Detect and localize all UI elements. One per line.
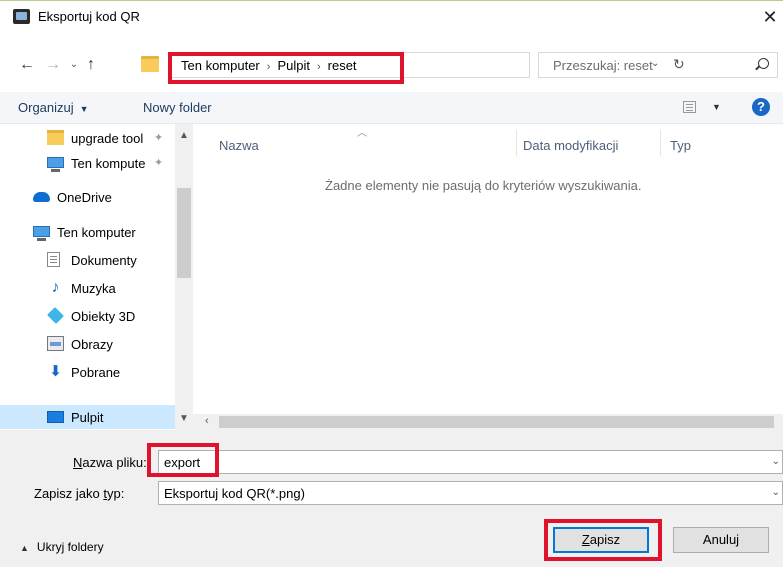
- nav-item-ten-komputer[interactable]: Ten komputer: [0, 220, 175, 244]
- search-input[interactable]: Przeszukaj: reset: [553, 58, 653, 73]
- app-icon: [13, 9, 30, 24]
- column-header-name[interactable]: Nazwa: [219, 138, 259, 153]
- cancel-button[interactable]: Anuluj: [673, 527, 769, 553]
- nav-item-upgrade-tool[interactable]: upgrade tool ✦: [0, 126, 175, 150]
- title-bar: Eksportuj kod QR ✕: [0, 0, 783, 32]
- sort-chevron-icon: ︿: [357, 128, 367, 139]
- organize-button[interactable]: Organizuj ▼: [18, 100, 89, 115]
- search-icon[interactable]: [758, 58, 769, 69]
- chevron-right-icon[interactable]: ›: [260, 61, 278, 73]
- command-toolbar: Organizuj ▼ Nowy folder ▼ ?: [0, 92, 783, 124]
- folder-icon: [141, 56, 159, 72]
- filename-input[interactable]: export: [164, 455, 200, 470]
- nav-item-pobrane[interactable]: ⬇ Pobrane: [0, 360, 175, 384]
- save-form: Nazwa pliku: export ⌄ Zapisz jako typ: E…: [0, 430, 783, 567]
- column-divider[interactable]: [660, 130, 661, 156]
- up-arrow-icon[interactable]: ↑: [80, 54, 102, 76]
- nav-item-label: Ten kompute: [71, 156, 146, 171]
- empty-results-message: Żadne elementy nie pasują do kryteriów w…: [325, 178, 642, 193]
- column-header-date[interactable]: Data modyfikacji: [523, 138, 618, 153]
- nav-item-label: Obrazy: [71, 337, 113, 352]
- column-header-type[interactable]: Typ: [670, 138, 691, 153]
- nav-item-label: Obiekty 3D: [71, 309, 136, 324]
- scrollbar-thumb[interactable]: [177, 188, 191, 278]
- computer-icon: [33, 226, 50, 241]
- filename-field[interactable]: export ⌄: [158, 450, 783, 474]
- pin-icon[interactable]: ✦: [154, 131, 163, 144]
- nav-item-pulpit[interactable]: Pulpit: [0, 405, 175, 429]
- nav-item-label: Dokumenty: [71, 253, 137, 268]
- hide-folders-label: Ukryj foldery: [36, 540, 104, 554]
- save-type-value: Eksportuj kod QR(*.png): [164, 486, 305, 501]
- chevron-down-icon: ▼: [79, 104, 89, 114]
- chevron-up-icon[interactable]: ▲: [179, 130, 189, 141]
- chevron-right-icon[interactable]: ›: [310, 61, 328, 73]
- download-icon: ⬇: [49, 363, 62, 380]
- document-icon: [47, 252, 60, 267]
- nav-item-obrazy[interactable]: Obrazy: [0, 332, 175, 356]
- organize-label: Organizuj: [18, 100, 74, 115]
- save-type-label: Zapisz jako typ:: [34, 486, 125, 501]
- hide-folders-toggle[interactable]: ▲ Ukryj foldery: [20, 540, 104, 554]
- cube-icon: [47, 307, 64, 324]
- forward-arrow-icon[interactable]: →: [42, 54, 64, 76]
- picture-icon: [47, 336, 64, 351]
- search-box[interactable]: Przeszukaj: reset: [538, 52, 778, 78]
- cloud-icon: [33, 192, 50, 202]
- nav-item-label: Ten komputer: [57, 225, 136, 240]
- chevron-down-icon[interactable]: ▼: [179, 413, 189, 424]
- navigation-scrollbar[interactable]: ▲ ▼: [175, 124, 193, 430]
- nav-item-label: Pulpit: [71, 410, 104, 425]
- view-options-icon[interactable]: [683, 101, 696, 113]
- save-button[interactable]: Zapisz: [553, 527, 649, 553]
- new-folder-button[interactable]: Nowy folder: [143, 100, 212, 115]
- nav-item-ten-kompute-pinned[interactable]: Ten kompute ✦: [0, 151, 175, 175]
- column-divider[interactable]: [516, 130, 517, 156]
- navigation-pane: upgrade tool ✦ Ten kompute ✦ OneDrive Te…: [0, 124, 193, 430]
- chevron-down-icon[interactable]: ⌄: [772, 487, 780, 498]
- nav-item-dokumenty[interactable]: Dokumenty: [0, 248, 175, 272]
- nav-item-label: Pobrane: [71, 365, 121, 380]
- nav-item-obiekty-3d[interactable]: Obiekty 3D: [0, 304, 175, 328]
- back-arrow-icon[interactable]: ←: [16, 54, 38, 76]
- nav-item-label: Muzyka: [71, 281, 116, 296]
- folder-icon: [47, 130, 64, 145]
- help-icon[interactable]: ?: [752, 98, 770, 116]
- chevron-left-icon[interactable]: ‹: [205, 415, 209, 427]
- save-type-select[interactable]: Eksportuj kod QR(*.png) ⌄: [158, 481, 783, 505]
- close-icon[interactable]: ✕: [757, 5, 783, 29]
- nav-item-muzyka[interactable]: ♪ Muzyka: [0, 276, 175, 300]
- chevron-down-icon[interactable]: ▼: [712, 102, 721, 112]
- music-icon: ♪: [51, 279, 60, 296]
- nav-item-onedrive[interactable]: OneDrive: [0, 185, 175, 209]
- chevron-down-icon[interactable]: ⌄: [772, 456, 780, 467]
- address-row: ← → ⌄ ↑ Ten komputer › Pulpit › reset ⌄ ↻ Pr…: [0, 44, 783, 92]
- window-title: Eksportuj kod QR: [38, 9, 140, 24]
- filename-label: Nazwa pliku:: [73, 455, 147, 470]
- nav-item-label: OneDrive: [57, 190, 112, 205]
- breadcrumb-item-pulpit[interactable]: Pulpit: [277, 58, 310, 73]
- breadcrumb-item-reset[interactable]: reset: [328, 58, 357, 73]
- chevron-up-icon: ▲: [20, 543, 29, 553]
- horizontal-scrollbar[interactable]: ‹ ›: [193, 414, 783, 430]
- desktop-icon: [47, 411, 64, 423]
- scrollbar-thumb[interactable]: [219, 416, 774, 428]
- address-bar[interactable]: Ten komputer › Pulpit › reset ⌄ ↻: [170, 52, 685, 78]
- pin-icon[interactable]: ✦: [154, 156, 163, 169]
- breadcrumb-item-ten-komputer[interactable]: Ten komputer: [181, 58, 260, 73]
- nav-item-label: upgrade tool: [71, 131, 144, 146]
- breadcrumb: Ten komputer › Pulpit › reset: [181, 58, 357, 73]
- computer-icon: [47, 157, 64, 172]
- file-list-pane: Nazwa ︿ Data modyfikacji Typ Żadne eleme…: [193, 124, 783, 430]
